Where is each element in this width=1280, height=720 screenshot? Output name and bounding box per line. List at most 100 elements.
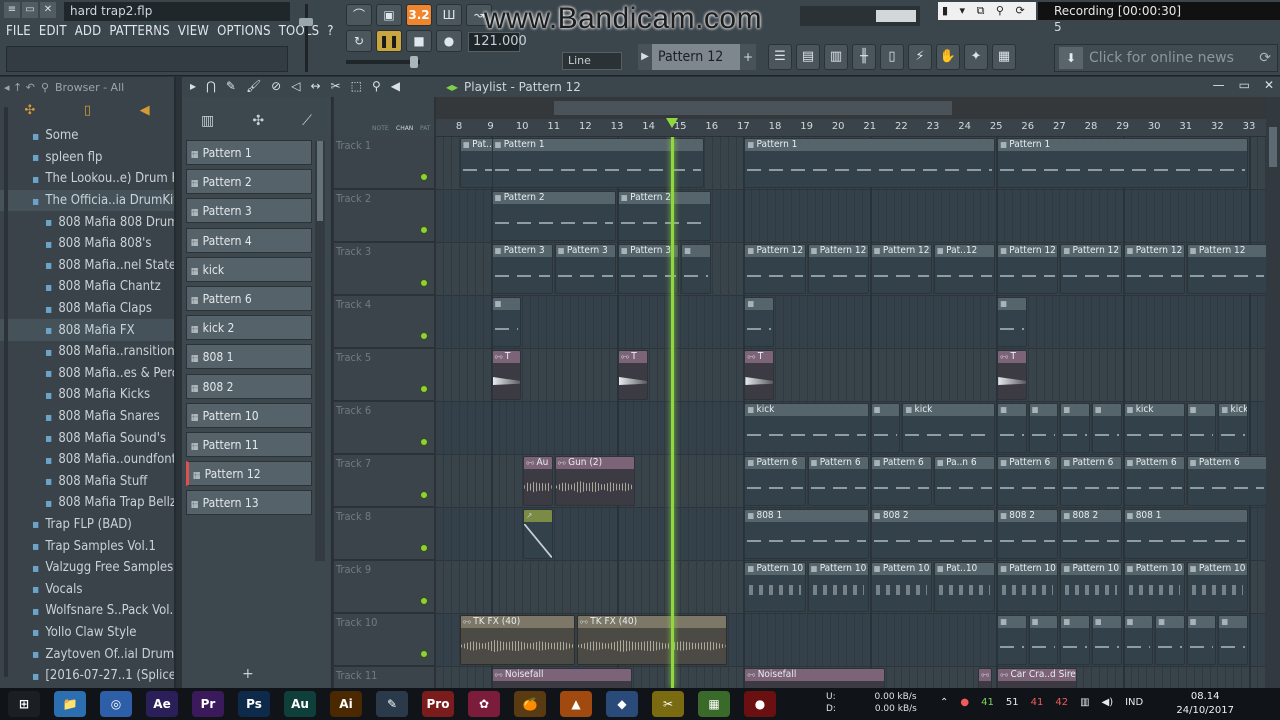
track-header[interactable]: Track 2 — [334, 190, 434, 242]
taskbar-app-icon[interactable]: Au — [284, 691, 316, 717]
playlist-clip[interactable] — [1123, 615, 1154, 665]
pattern-item[interactable]: ▦ Pattern 12 — [186, 461, 312, 487]
picker-scrollbar[interactable] — [315, 141, 325, 561]
playlist-clip[interactable] — [1028, 615, 1059, 665]
tray-chevron-icon[interactable]: ⌃ — [940, 697, 948, 708]
playlist-clip[interactable]: Pattern 12 — [870, 244, 932, 294]
channel-rack-icon[interactable]: ▥ — [824, 44, 848, 70]
playlist-clip[interactable] — [523, 509, 553, 559]
tray-network-icon[interactable]: ▥ — [1080, 697, 1089, 708]
browser-item[interactable]: ▪ Trap Samples Vol.1 — [0, 535, 174, 557]
project-title[interactable]: hard trap2.flp — [64, 2, 290, 21]
pattern-item[interactable]: ▦ Pattern 3 — [186, 198, 312, 224]
menu-help[interactable]: ? — [327, 24, 333, 39]
zoom-icon[interactable]: ⚲ — [372, 79, 381, 93]
pattern-item[interactable]: ▦ 808 1 — [186, 344, 312, 370]
window-menu-icon[interactable]: ≡ — [4, 2, 20, 18]
browser-item[interactable]: ▪ spleen flp — [0, 147, 174, 169]
playlist-clip[interactable] — [1186, 403, 1217, 453]
browser-item[interactable]: ▪ Vocals — [0, 578, 174, 600]
tray-volume-icon[interactable]: ◀) — [1102, 697, 1114, 708]
playlist-clip[interactable]: Pattern 6 — [1186, 456, 1266, 506]
pattern-item[interactable]: ▦ Pattern 10 — [186, 402, 312, 428]
tray-record-icon[interactable]: ● — [960, 697, 969, 708]
playlist-clip[interactable]: Pattern 6 — [1060, 456, 1122, 506]
browser-item[interactable]: ▪ [2016-07-27..1 (Splice) — [0, 665, 174, 687]
playlist-clip[interactable]: T — [997, 350, 1027, 400]
menu-add[interactable]: ADD — [75, 24, 102, 39]
overview-thumb[interactable] — [554, 101, 952, 115]
track-header[interactable]: Track 7 — [334, 455, 434, 507]
playhead-marker[interactable] — [666, 118, 678, 128]
playlist-clip[interactable]: 808 2 — [1060, 509, 1122, 559]
online-news-panel[interactable]: ⬇ Click for online news ⟳ — [1054, 44, 1278, 72]
typing-keyboard-icon[interactable]: Ш — [436, 4, 462, 26]
browser-item[interactable]: ▪ Wolfsnare S..Pack Vol.1 — [0, 600, 174, 622]
browser-file-icon[interactable]: ▯ — [84, 103, 91, 118]
playlist-clip[interactable]: T — [744, 350, 774, 400]
pattern-item[interactable]: ▦ Pattern 2 — [186, 169, 312, 195]
add-track-icon[interactable]: + — [242, 666, 254, 682]
track-mute-led[interactable] — [420, 173, 428, 181]
pattern-item[interactable]: ▦ Pattern 1 — [186, 140, 312, 165]
browser-nav-icon[interactable]: ◂ ↑ ↶ — [4, 81, 35, 95]
playlist-clip[interactable]: Pattern 3 — [554, 244, 616, 294]
magnet-icon[interactable]: ⋂ — [206, 79, 216, 93]
render-icon[interactable]: ✦ — [964, 44, 988, 70]
playlist-clip[interactable]: TK FX (40) — [460, 615, 575, 665]
crosshair-icon[interactable]: ✣ — [252, 113, 264, 129]
playlist-clip[interactable]: Pattern 3 — [491, 244, 553, 294]
taskbar-app-icon[interactable]: Ps — [238, 691, 270, 717]
playlist-clip[interactable]: Pattern 10 — [807, 562, 869, 612]
pattern-song-toggle[interactable]: 3.2 — [406, 4, 432, 26]
track-header[interactable]: Track 3 — [334, 243, 434, 295]
playlist-clip[interactable]: Pattern 10 — [870, 562, 932, 612]
playlist-clip[interactable]: Gun (2) — [554, 456, 635, 506]
taskbar-app-icon[interactable]: ✎ — [376, 691, 408, 717]
playlist-menu-icon[interactable]: ▸ — [190, 79, 196, 93]
browser-icon[interactable]: ▯ — [880, 44, 904, 70]
snap-select[interactable]: Line — [562, 52, 622, 70]
track-mute-led[interactable] — [420, 650, 428, 658]
delete-icon[interactable]: ⊘ — [271, 79, 281, 93]
master-volume-slider[interactable] — [298, 4, 314, 72]
playlist-clip[interactable]: 808 1 — [1123, 509, 1248, 559]
track-header[interactable]: Track 5 — [334, 349, 434, 401]
browser-item[interactable]: ▪ 808 Mafia FX — [0, 319, 174, 341]
track-mute-led[interactable] — [420, 491, 428, 499]
playlist-clip[interactable]: T — [491, 350, 522, 400]
track-mute-led[interactable] — [420, 385, 428, 393]
playlist-clip[interactable]: 808 2 — [997, 509, 1059, 559]
browser-item[interactable]: ▪ The Lookou..e) Drum Kit — [0, 168, 174, 190]
draw-icon[interactable]: ✎ — [226, 79, 236, 93]
playlist-clip[interactable]: Pattern 1 — [997, 138, 1248, 188]
pattern-item[interactable]: ▦ kick 2 — [186, 315, 312, 341]
playlist-clip[interactable]: Pattern 12 — [1123, 244, 1185, 294]
timeline-ruler[interactable]: 8 9 10 11 12 13 14 15 16 17 18 19 20 21 22 23 24 25 26 27 28… — [436, 119, 1266, 137]
playlist-clip[interactable]: Pattern 10 — [1060, 562, 1122, 612]
playlist-clip[interactable]: Pattern 2 — [491, 191, 616, 241]
add-pattern-icon[interactable]: + — [740, 44, 756, 70]
taskbar-app-icon[interactable]: Ae — [146, 691, 178, 717]
browser-item[interactable]: ▪ 808 Mafia Claps — [0, 298, 174, 320]
pattern-item[interactable]: ▦ Pattern 11 — [186, 432, 312, 457]
playlist-maximize-icon[interactable]: ▭ — [1239, 78, 1250, 92]
select-icon[interactable]: ⬚ — [351, 79, 362, 93]
track-mute-led[interactable] — [420, 597, 428, 605]
playlist-clip[interactable]: kick — [744, 403, 869, 453]
playlist-clip[interactable]: 808 2 — [870, 509, 996, 559]
browser-item[interactable]: ▪ 808 Mafia Stuff — [0, 471, 174, 493]
playlist-clip[interactable]: Pa..n 6 — [934, 456, 996, 506]
playlist-clip[interactable]: kick — [902, 403, 996, 453]
browser-item[interactable]: ▪ Trap FLP (BAD) — [0, 514, 174, 536]
playlist-minimize-icon[interactable]: — — [1213, 78, 1225, 92]
playlist-clip[interactable]: Pattern 12 — [1060, 244, 1122, 294]
playlist-clip[interactable]: Pattern 10 — [1123, 562, 1185, 612]
playlist-clip[interactable] — [1218, 615, 1248, 665]
playlist-clip[interactable] — [1155, 615, 1185, 665]
playlist-clip[interactable] — [997, 615, 1027, 665]
taskbar-app-icon[interactable]: 🍊 — [514, 691, 546, 717]
playlist-clip[interactable]: Pattern 6 — [870, 456, 932, 506]
playlist-clip[interactable]: Pattern 12 — [744, 244, 806, 294]
playlist-clip[interactable]: Pattern 6 — [1123, 456, 1185, 506]
